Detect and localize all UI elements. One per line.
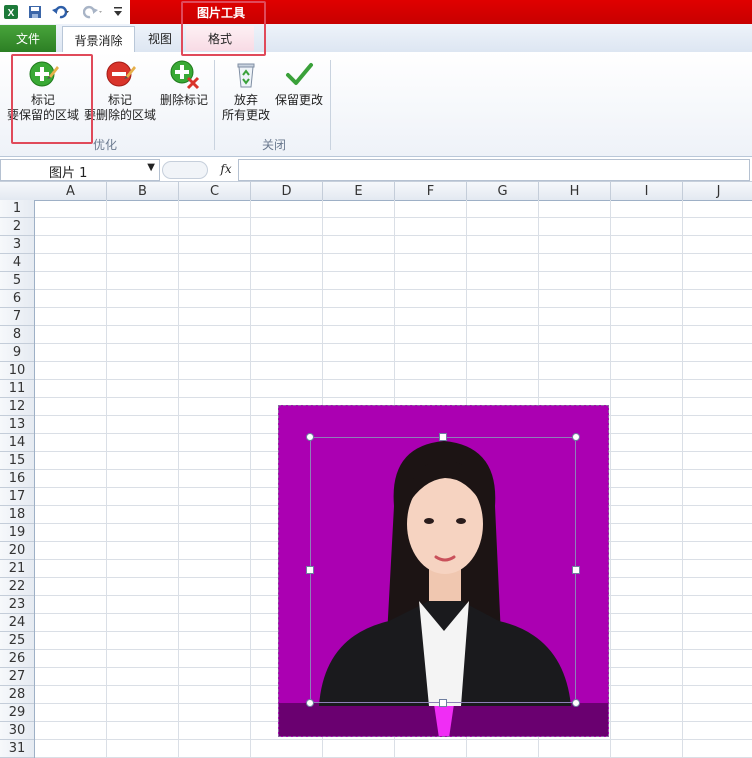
row-header[interactable]: 29 — [0, 704, 34, 722]
formula-input[interactable] — [238, 159, 750, 181]
ribbon-group-divider — [214, 60, 215, 150]
delete-mark-button[interactable]: 删除标记 — [156, 58, 212, 108]
row-header[interactable]: 22 — [0, 578, 34, 596]
row-header[interactable]: 14 — [0, 434, 34, 452]
row-header[interactable]: 10 — [0, 362, 34, 380]
column-header[interactable]: I — [611, 182, 683, 200]
column-header[interactable]: B — [107, 182, 179, 200]
column-header[interactable]: A — [35, 182, 107, 200]
row-header[interactable]: 21 — [0, 560, 34, 578]
redo-icon[interactable] — [82, 3, 104, 21]
tab-background-removal[interactable]: 背景消除 — [62, 26, 135, 53]
row-header[interactable]: 31 — [0, 740, 34, 758]
row-header[interactable]: 27 — [0, 668, 34, 686]
mark-areas-to-remove-button[interactable]: 标记 要删除的区域 — [84, 58, 156, 123]
formula-bar: 图片 1 ▼ fx — [0, 157, 752, 182]
keep-changes-line1: 保留更改 — [274, 93, 323, 107]
column-header[interactable]: J — [683, 182, 752, 200]
column-header[interactable]: D — [251, 182, 323, 200]
column-header[interactable]: F — [395, 182, 467, 200]
discard-line1: 放弃 — [233, 93, 258, 107]
mark-remove-line2: 要删除的区域 — [84, 108, 157, 122]
resize-handle-bottom-right[interactable] — [572, 699, 580, 707]
discard-all-changes-button[interactable]: 放弃 所有更改 — [220, 58, 272, 123]
row-header[interactable]: 3 — [0, 236, 34, 254]
column-header[interactable]: C — [179, 182, 251, 200]
background-removal-marquee[interactable] — [310, 437, 576, 703]
save-icon[interactable] — [26, 3, 44, 21]
tab-view[interactable]: 视图 — [140, 26, 180, 51]
mark-remove-line1: 标记 — [107, 93, 132, 107]
picture-tools-contextual-label: 图片工具 — [196, 5, 245, 20]
row-header[interactable]: 17 — [0, 488, 34, 506]
row-header[interactable]: 11 — [0, 380, 34, 398]
plus-pencil-green-icon — [29, 61, 59, 87]
mark-keep-line2: 要保留的区域 — [6, 108, 79, 122]
row-header[interactable]: 26 — [0, 650, 34, 668]
resize-handle-bottom[interactable] — [439, 699, 447, 707]
row-header[interactable]: 23 — [0, 596, 34, 614]
row-header[interactable]: 13 — [0, 416, 34, 434]
column-header[interactable]: E — [323, 182, 395, 200]
row-header[interactable]: 28 — [0, 686, 34, 704]
row-header[interactable]: 19 — [0, 524, 34, 542]
discard-line2: 所有更改 — [221, 108, 270, 122]
resize-handle-bottom-left[interactable] — [306, 699, 314, 707]
resize-handle-top-left[interactable] — [306, 433, 314, 441]
mark-areas-to-keep-button[interactable]: 标记 要保留的区域 — [4, 58, 82, 123]
row-header[interactable]: 24 — [0, 614, 34, 632]
recycle-bin-icon — [237, 63, 255, 88]
column-headers: ABCDEFGHIJ — [0, 182, 752, 201]
undo-icon[interactable] — [50, 3, 72, 21]
keep-changes-button[interactable]: 保留更改 — [272, 58, 326, 108]
minus-pencil-red-icon — [106, 61, 136, 87]
customize-quick-access-icon[interactable] — [112, 3, 124, 21]
row-header[interactable]: 25 — [0, 632, 34, 650]
resize-handle-right[interactable] — [572, 566, 580, 574]
column-header[interactable]: H — [539, 182, 611, 200]
resize-handle-left[interactable] — [306, 566, 314, 574]
group-close-label: 关闭 — [261, 138, 286, 152]
row-header[interactable]: 4 — [0, 254, 34, 272]
row-header[interactable]: 7 — [0, 308, 34, 326]
row-header[interactable]: 5 — [0, 272, 34, 290]
plus-delete-icon — [170, 60, 200, 90]
name-box[interactable]: 图片 1 ▼ — [0, 159, 160, 181]
row-header[interactable]: 1 — [0, 200, 34, 218]
name-box-value: 图片 1 — [49, 166, 88, 181]
row-header[interactable]: 12 — [0, 398, 34, 416]
row-header[interactable]: 15 — [0, 452, 34, 470]
insert-function-icon[interactable]: fx — [216, 160, 236, 178]
row-header[interactable]: 9 — [0, 344, 34, 362]
delete-mark-line1: 删除标记 — [159, 93, 208, 107]
row-header[interactable]: 8 — [0, 326, 34, 344]
row-header[interactable]: 6 — [0, 290, 34, 308]
mark-keep-line1: 标记 — [30, 93, 55, 107]
tab-file[interactable]: 文件 — [0, 25, 56, 52]
row-header[interactable]: 2 — [0, 218, 34, 236]
resize-handle-top-right[interactable] — [572, 433, 580, 441]
ribbon: 标记 要保留的区域 标记 要删除的区域 删除标记 优化 放弃 所有更改 保留更改… — [0, 52, 752, 157]
row-header[interactable]: 16 — [0, 470, 34, 488]
ribbon-group-divider — [330, 60, 331, 150]
title-bar: X 图片工具 — [0, 0, 752, 24]
row-header[interactable]: 20 — [0, 542, 34, 560]
formula-bar-resize-handle[interactable] — [162, 161, 208, 179]
resize-handle-top[interactable] — [439, 433, 447, 441]
row-headers: 1 2 3 4 5 6 7 8 9 10 11 12 13 14 15 16 17 18 19 20 21 22 23 24 2… — [0, 200, 35, 758]
column-header[interactable]: G — [467, 182, 539, 200]
row-header[interactable]: 18 — [0, 506, 34, 524]
svg-text:X: X — [8, 8, 15, 19]
row-header[interactable]: 30 — [0, 722, 34, 740]
tab-format[interactable]: 格式 — [186, 26, 254, 51]
group-refine-label: 优化 — [92, 138, 117, 152]
chevron-down-icon[interactable]: ▼ — [147, 162, 155, 173]
excel-app-icon[interactable]: X — [2, 3, 20, 21]
ribbon-tab-row: 文件 背景消除 视图 格式 — [0, 24, 752, 53]
checkmark-icon — [286, 63, 313, 85]
